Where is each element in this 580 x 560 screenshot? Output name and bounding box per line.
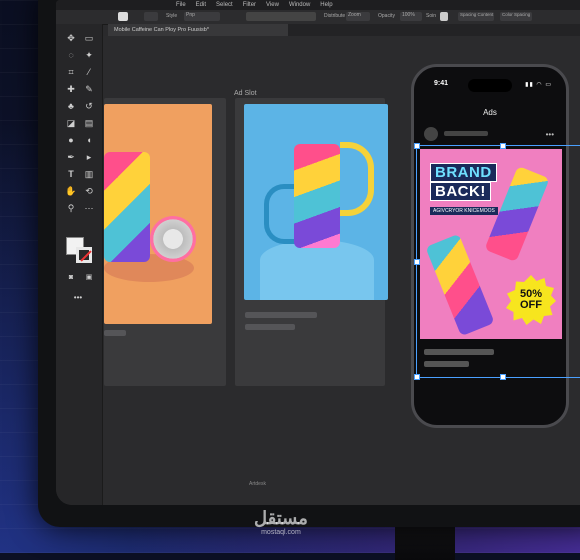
can-handle-right	[340, 142, 374, 216]
photoshop-window: File Edit Select Filter View Window Help…	[56, 0, 580, 505]
more-tools-icon[interactable]: ⋯	[82, 202, 96, 214]
extra-swatch[interactable]	[440, 12, 448, 21]
zoom-value: 100%	[402, 12, 415, 18]
quick-mask-icon[interactable]: ◙	[64, 272, 78, 284]
card-image-orange	[104, 104, 212, 324]
can-handle-left	[264, 184, 295, 244]
tools-panel: ✥ ▭ ◌ ✦ ⌗ ⁄ ✚ ✎ ♣ ↺ ◪ ▤ ● ◖ ✒ ▸ T ▥ ✋ ⟲ …	[56, 24, 103, 505]
menu-bar: File Edit Select Filter View Window Help	[56, 0, 580, 10]
healing-brush-icon[interactable]: ✚	[64, 83, 78, 95]
document-tab[interactable]: Mobile Caffeine Can Ploy Pro Fuusisb*	[108, 24, 294, 36]
spacing-content-button[interactable]: Spacing Content	[458, 12, 494, 21]
mode-value: Zoom	[348, 12, 361, 18]
can-image	[104, 152, 150, 262]
edit-toolbar-icon[interactable]: •••	[71, 292, 85, 304]
move-tool-icon[interactable]: ✥	[64, 32, 78, 44]
history-brush-icon[interactable]: ↺	[82, 100, 96, 112]
ad-card-orange[interactable]	[104, 98, 226, 386]
watermark: مستقل mostaql.com	[254, 508, 308, 536]
background-color-swatch[interactable]	[76, 247, 92, 263]
dodge-tool-icon[interactable]: ◖	[82, 134, 96, 146]
tab-bar	[288, 24, 580, 36]
path-select-icon[interactable]: ▸	[82, 151, 96, 163]
opacity-label: Opacity	[378, 13, 395, 19]
brush-tool-icon[interactable]: ✎	[82, 83, 96, 95]
color-spacing-label: Color Spacing	[502, 12, 531, 17]
dynamic-island	[468, 79, 512, 92]
lasso-tool-icon[interactable]: ◌	[64, 49, 78, 61]
account-name-line	[444, 131, 488, 136]
menu-filter[interactable]: Filter	[243, 2, 256, 8]
gradient-tool-icon[interactable]: ▤	[82, 117, 96, 129]
color-spacing-button[interactable]: Color Spacing	[500, 12, 532, 21]
transform-handle[interactable]	[414, 374, 420, 380]
option-field[interactable]	[246, 12, 316, 21]
color-swatch[interactable]	[144, 12, 158, 21]
tool-preset-swatch[interactable]	[118, 12, 128, 21]
card-subtitle-line	[245, 324, 295, 330]
distribution-label: Distribute	[324, 13, 346, 19]
pedestal	[260, 240, 374, 300]
menu-window[interactable]: Window	[289, 2, 310, 8]
crop-tool-icon[interactable]: ⌗	[64, 66, 78, 78]
avatar[interactable]	[424, 127, 438, 141]
eraser-icon[interactable]: ◪	[64, 117, 78, 129]
extra-label: Soin	[426, 13, 437, 19]
transform-handle[interactable]	[414, 259, 420, 265]
can-image	[294, 144, 340, 248]
menu-select[interactable]: Select	[216, 2, 233, 8]
status-bar-label: Artdesk	[249, 481, 266, 487]
ad-card-blue[interactable]	[235, 98, 388, 386]
magic-wand-icon[interactable]: ✦	[82, 49, 96, 61]
shape-tool-icon[interactable]: ▥	[82, 168, 96, 180]
eyedropper-icon[interactable]: ⁄	[82, 66, 96, 78]
type-tool-icon[interactable]: T	[64, 168, 78, 180]
app-title: Ads	[483, 108, 497, 117]
watermark-arabic: مستقل	[254, 508, 308, 528]
hand-tool-icon[interactable]: ✋	[64, 185, 78, 197]
spacing-content-label: Spacing Content	[460, 12, 494, 17]
style-value: Pnp	[186, 12, 195, 18]
menu-help[interactable]: Help	[320, 2, 332, 8]
pen-tool-icon[interactable]: ✒	[64, 151, 78, 163]
menu-file[interactable]: File	[176, 2, 186, 8]
transform-handle[interactable]	[414, 143, 420, 149]
can-top-image	[150, 216, 196, 262]
options-bar: Style Pnp Distribute Zoom Opacity 100% S…	[56, 10, 580, 25]
clone-stamp-icon[interactable]: ♣	[64, 100, 78, 112]
transform-handle[interactable]	[500, 374, 506, 380]
artboard-label: Ad Slot	[234, 90, 257, 97]
monitor: File Edit Select Filter View Window Help…	[38, 0, 580, 527]
status-time: 9:41	[434, 80, 449, 87]
menu-edit[interactable]: Edit	[196, 2, 206, 8]
selection-bounding-box[interactable]	[414, 143, 580, 380]
menu-view[interactable]: View	[266, 2, 279, 8]
card-text-line	[104, 330, 126, 336]
transform-handle[interactable]	[500, 143, 506, 149]
screen-mode-icon[interactable]: ▣	[82, 272, 96, 284]
style-label: Style	[166, 13, 178, 19]
zoom-tool-icon[interactable]: ⚲	[64, 202, 78, 214]
card-title-line	[245, 312, 317, 318]
card-image-blue	[244, 104, 388, 300]
status-icons: ▮▮ ◠ ▭	[525, 82, 552, 88]
rotate-view-icon[interactable]: ⟲	[82, 185, 96, 197]
style-dropdown[interactable]: Pnp	[184, 12, 220, 21]
artboard-tool-icon[interactable]: ▭	[82, 32, 96, 44]
more-options-icon[interactable]: •••	[546, 130, 554, 139]
zoom-field[interactable]: 100%	[400, 12, 422, 21]
mode-dropdown[interactable]: Zoom	[346, 12, 370, 21]
watermark-latin: mostaql.com	[261, 529, 301, 536]
blur-tool-icon[interactable]: ●	[64, 134, 78, 146]
